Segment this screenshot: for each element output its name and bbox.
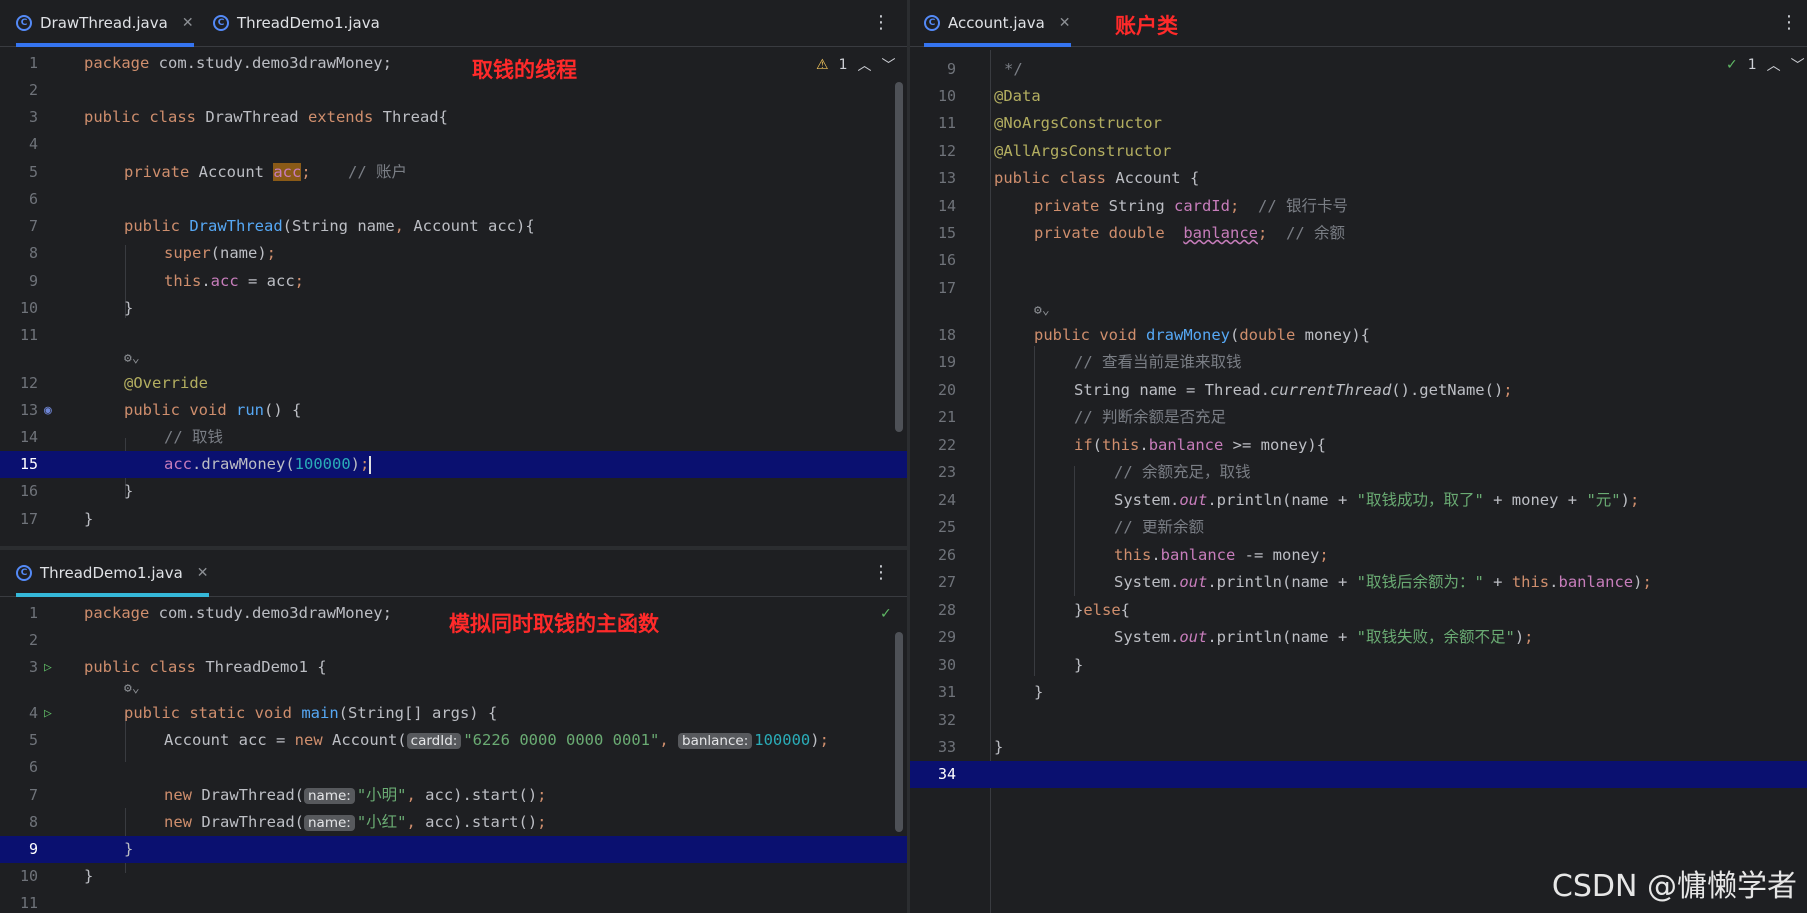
code-line[interactable]: 2 <box>0 627 907 654</box>
code-line[interactable]: 5 Account acc = new Account(cardId: "6226 … <box>0 727 907 754</box>
code-line[interactable]: 7 new DrawThread(name: "小明", acc).start(); <box>0 782 907 809</box>
tab-bar: C ThreadDemo1.java ✕ ⋮ <box>0 550 907 597</box>
code-line[interactable]: 6 <box>0 754 907 781</box>
class-icon: C <box>16 15 32 31</box>
code-line[interactable]: 3 ▷ public class ThreadDemo1 { <box>0 654 907 681</box>
override-icon[interactable]: ◉ <box>44 397 52 424</box>
code-line[interactable]: 28}else{ <box>910 597 1807 624</box>
code-line[interactable]: 10} <box>0 863 907 890</box>
code-line[interactable]: 29 System.out.println(name + "取钱失败，余额不足")… <box>910 624 1807 651</box>
tab-account[interactable]: C Account.java ✕ <box>924 0 1071 47</box>
tab-label: ThreadDemo1.java <box>237 14 380 32</box>
code-line[interactable]: 6 <box>0 186 907 213</box>
tab-bar: C Account.java ✕ ⋮ <box>910 0 1807 47</box>
code-line[interactable]: 20 String name = Thread.currentThread().g… <box>910 377 1807 404</box>
code-line[interactable]: 31} <box>910 679 1807 706</box>
code-line[interactable]: 21// 判断余额是否充足 <box>910 404 1807 431</box>
code-line[interactable]: 26 this.banlance -= money; <box>910 542 1807 569</box>
more-options-icon[interactable]: ⋮ <box>872 12 890 33</box>
tab-drawthread[interactable]: C DrawThread.java ✕ <box>16 0 194 47</box>
code-line[interactable]: 17} <box>0 506 907 533</box>
code-line[interactable]: 14// 取钱 <box>0 424 907 451</box>
tab-label: DrawThread.java <box>40 14 168 32</box>
ai-hint-line[interactable]: ⚙⌄ <box>0 348 907 370</box>
code-line[interactable]: 9 this.acc = acc; <box>0 268 907 295</box>
code-line[interactable]: 17 <box>910 275 1807 302</box>
code-line[interactable]: 15 private double banlance; // 余额 <box>910 220 1807 247</box>
code-line[interactable]: 11 @NoArgsConstructor <box>910 110 1807 137</box>
tab-bar: C DrawThread.java ✕ C ThreadDemo1.java ⋮ <box>0 0 907 47</box>
scrollbar[interactable] <box>895 82 903 432</box>
class-icon: C <box>213 15 229 31</box>
tab-label: Account.java <box>948 14 1045 32</box>
code-line[interactable]: 1 package com.study.demo3drawMoney; <box>0 50 907 77</box>
editor-pane-threaddemo1: C ThreadDemo1.java ✕ ⋮ 模拟同时取钱的主函数 ✓ 1 pac… <box>0 550 907 913</box>
editor-pane-drawthread: C DrawThread.java ✕ C ThreadDemo1.java ⋮… <box>0 0 907 546</box>
run-icon[interactable]: ▷ <box>44 654 52 681</box>
code-line[interactable]: 9 */ <box>910 56 1807 83</box>
code-line[interactable]: 8 new DrawThread(name: "小红", acc).start(); <box>0 809 907 836</box>
watermark: CSDN @慵懒学者 <box>1551 869 1797 904</box>
ai-hint-line[interactable]: ⚙⌄ <box>910 300 1807 322</box>
class-icon: C <box>16 565 32 581</box>
more-options-icon[interactable]: ⋮ <box>872 562 890 583</box>
code-line[interactable]: 13 public class Account { <box>910 165 1807 192</box>
ai-hint-line[interactable]: ⚙⌄ <box>0 678 907 700</box>
code-line[interactable]: 10} <box>0 295 907 322</box>
current-code-line[interactable]: 9} <box>0 836 907 863</box>
tab-threaddemo1[interactable]: C ThreadDemo1.java ✕ <box>16 550 209 597</box>
code-line[interactable]: 2 <box>0 77 907 104</box>
code-line[interactable]: 19// 查看当前是谁来取钱 <box>910 349 1807 376</box>
code-line[interactable]: 8 super(name); <box>0 240 907 267</box>
code-line[interactable]: 11 <box>0 322 907 349</box>
code-line[interactable]: 16} <box>0 478 907 505</box>
scrollbar[interactable] <box>895 632 903 832</box>
code-line[interactable]: 23// 余额充足，取钱 <box>910 459 1807 486</box>
code-line[interactable]: 32 <box>910 707 1807 734</box>
more-options-icon[interactable]: ⋮ <box>1780 12 1798 33</box>
code-line[interactable]: 11 <box>0 890 907 913</box>
code-line[interactable]: 33} <box>910 734 1807 761</box>
code-line[interactable]: 25// 更新余额 <box>910 514 1807 541</box>
code-line[interactable]: 3 public class DrawThread extends Thread{ <box>0 104 907 131</box>
close-icon[interactable]: ✕ <box>197 565 209 581</box>
code-line[interactable]: 12 @Override <box>0 370 907 397</box>
code-line[interactable]: 1 package com.study.demo3drawMoney; <box>0 600 907 627</box>
current-code-line[interactable]: 34 <box>910 761 1807 788</box>
tab-threaddemo1[interactable]: C ThreadDemo1.java <box>213 0 380 46</box>
annotation-label: 账户类 <box>1115 14 1178 38</box>
tab-label: ThreadDemo1.java <box>40 564 183 582</box>
code-line[interactable]: 22 if(this.banlance >= money){ <box>910 432 1807 459</box>
code-line[interactable]: 16 <box>910 247 1807 274</box>
editor-pane-account: C Account.java ✕ ⋮ 账户类 ✓ 1 ︿ ﹀ 9 */ 10 @Da… <box>910 0 1807 913</box>
code-line[interactable]: 14 private String cardId; // 银行卡号 <box>910 193 1807 220</box>
code-line[interactable]: 5 private Account acc; // 账户 <box>0 159 907 186</box>
close-icon[interactable]: ✕ <box>182 15 194 31</box>
code-line[interactable]: 24 System.out.println(name + "取钱成功，取了" + … <box>910 487 1807 514</box>
code-line[interactable]: 18 public void drawMoney(double money){ <box>910 322 1807 349</box>
code-line[interactable]: 4 <box>0 131 907 158</box>
code-line[interactable]: 30} <box>910 652 1807 679</box>
code-line[interactable]: 27 System.out.println(name + "取钱后余额为：" + … <box>910 569 1807 596</box>
code-line[interactable]: 7 public DrawThread(String name, Account … <box>0 213 907 240</box>
run-icon[interactable]: ▷ <box>44 700 52 727</box>
code-line[interactable]: 13 ◉ public void run() { <box>0 397 907 424</box>
close-icon[interactable]: ✕ <box>1059 15 1071 31</box>
current-code-line[interactable]: 15 acc.drawMoney(100000); <box>0 451 907 478</box>
code-line[interactable]: 4 ▷ public static void main(String[] args)… <box>0 700 907 727</box>
code-line[interactable]: 10 @Data <box>910 83 1807 110</box>
code-line[interactable]: 12 @AllArgsConstructor <box>910 138 1807 165</box>
class-icon: C <box>924 15 940 31</box>
